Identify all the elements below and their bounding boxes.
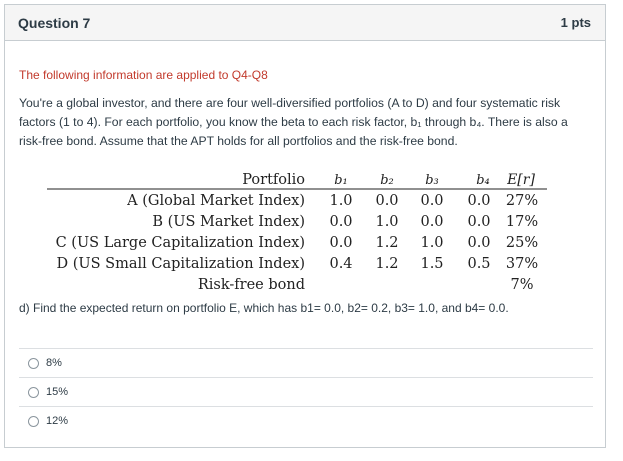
table-row-c-name: C (US Large Capitalization Index) [56, 235, 305, 251]
table-cell: 0.4 [329, 256, 352, 272]
question-card: Question 7 1 pts The following informati… [4, 4, 606, 448]
apt-table: Portfolio b₁ b₂ b₃ b₄ E[r] A (Global Mar… [47, 172, 547, 291]
table-row-b-name: B (US Market Index) [152, 214, 305, 230]
apt-table-container: Portfolio b₁ b₂ b₃ b₄ E[r] A (Global Mar… [19, 167, 591, 291]
table-cell: 1.0 [420, 235, 443, 251]
table-cell: 0.0 [329, 214, 352, 230]
table-cell: 0.0 [329, 235, 352, 251]
answer-label: 15% [46, 386, 69, 398]
table-cell: 0.0 [375, 193, 398, 209]
answer-label: 12% [46, 415, 69, 427]
radio-button[interactable] [28, 357, 39, 369]
table-cell: 1.2 [375, 235, 398, 251]
table-cell: 0.0 [467, 214, 490, 230]
table-cell: 0.0 [420, 193, 443, 209]
table-cell: 1.2 [375, 256, 398, 272]
radio-button[interactable] [28, 386, 39, 398]
radio-button[interactable] [28, 415, 39, 427]
table-cell: 7% [510, 277, 533, 291]
intro-text: The following information are applied to… [19, 68, 268, 82]
question-points: 1 pts [560, 15, 591, 30]
table-cell-blank: __ [334, 277, 349, 291]
table-header-b4: b₄ [476, 173, 490, 188]
table-header-portfolio: Portfolio [242, 172, 305, 188]
table-row-riskfree-name: Risk-free bond [198, 277, 305, 291]
problem-paragraph: You're a global investor, and there are … [19, 96, 568, 148]
answer-label: 8% [46, 357, 62, 369]
table-cell: 0.0 [467, 193, 490, 209]
table-header-b3: b₃ [425, 173, 439, 188]
table-cell: 0.5 [467, 256, 490, 272]
table-cell: 27% [506, 193, 538, 209]
table-header-er: E[r] [506, 172, 535, 188]
table-cell: 17% [506, 214, 538, 230]
answer-option[interactable]: 15% [19, 377, 593, 406]
table-cell-blank: __ [425, 277, 440, 291]
table-cell: 1.0 [375, 214, 398, 230]
table-header-b1: b₁ [334, 173, 348, 188]
table-cell: 37% [506, 256, 538, 272]
table-cell: 0.0 [467, 235, 490, 251]
table-row-a-name: A (Global Market Index) [126, 193, 305, 209]
table-cell: 0.0 [420, 214, 443, 230]
answer-list: 8% 15% 12% [19, 348, 593, 435]
table-cell-blank: __ [380, 277, 395, 291]
answer-option[interactable]: 8% [19, 348, 593, 377]
answer-option[interactable]: 12% [19, 406, 593, 435]
table-cell: 1.0 [329, 193, 352, 209]
table-row-d-name: D (US Small Capitalization Index) [57, 256, 305, 272]
question-body: The following information are applied to… [5, 68, 605, 315]
table-cell: 25% [506, 235, 538, 251]
question-prompt: d) Find the expected return on portfolio… [19, 301, 509, 315]
question-title: Question 7 [18, 14, 91, 31]
table-cell-blank: __ [472, 277, 487, 291]
question-header: Question 7 1 pts [5, 5, 605, 41]
table-header-b2: b₂ [380, 173, 394, 188]
table-cell: 1.5 [420, 256, 443, 272]
